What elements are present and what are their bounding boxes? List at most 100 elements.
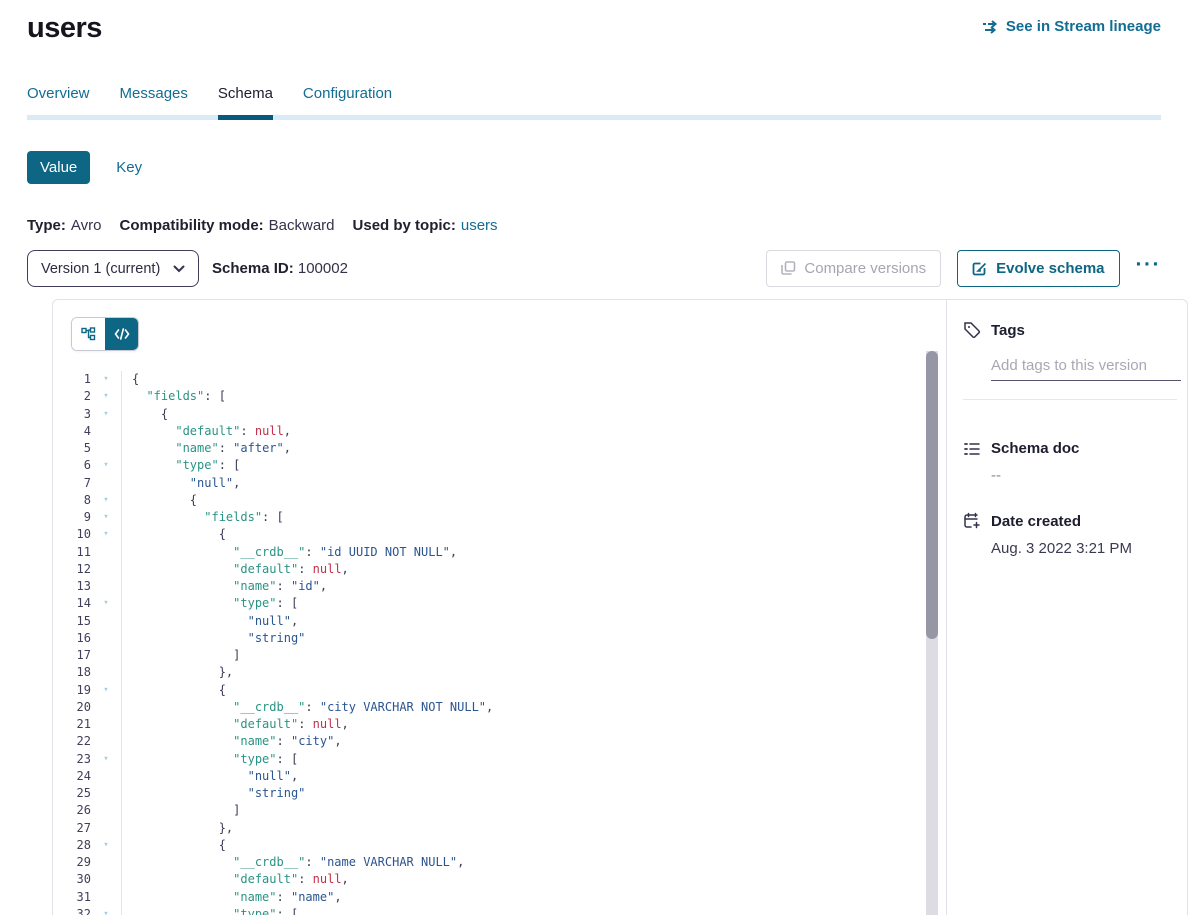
tree-view-button[interactable] xyxy=(72,318,105,350)
type-value: Avro xyxy=(71,217,102,234)
fold-arrow-icon[interactable]: ▾ xyxy=(91,388,122,405)
fold-arrow-icon[interactable]: ▾ xyxy=(91,457,122,474)
version-select-value: Version 1 (current) xyxy=(41,261,160,277)
code-line: 28▾ { xyxy=(53,837,946,854)
schema-details-sidebar: Tags Schema doc -- xyxy=(946,300,1187,915)
date-created-heading-row: Date created xyxy=(963,512,1177,530)
tags-input[interactable] xyxy=(991,355,1181,381)
editor-scrollbar-track[interactable] xyxy=(926,351,938,915)
fold-gutter xyxy=(91,475,122,492)
schema-doc-heading-row: Schema doc xyxy=(963,440,1177,457)
copy-icon xyxy=(781,261,796,276)
schema-id-value: 100002 xyxy=(298,260,348,277)
fold-gutter xyxy=(91,423,122,440)
more-actions-button[interactable]: ··· xyxy=(1136,260,1161,278)
fold-arrow-icon[interactable]: ▾ xyxy=(91,509,122,526)
fold-gutter xyxy=(91,820,122,837)
code-view-icon xyxy=(114,328,130,340)
fold-arrow-icon[interactable]: ▾ xyxy=(91,906,122,915)
tags-heading-row: Tags xyxy=(963,321,1177,339)
evolve-schema-button[interactable]: Evolve schema xyxy=(957,250,1119,287)
code-line: 22 "name": "city", xyxy=(53,733,946,750)
fold-arrow-icon[interactable]: ▾ xyxy=(91,492,122,509)
value-key-toggle: Value Key xyxy=(27,151,1161,184)
editor-scrollbar-thumb[interactable] xyxy=(926,351,938,639)
topic-link[interactable]: users xyxy=(461,217,498,234)
fold-arrow-icon[interactable]: ▾ xyxy=(91,751,122,768)
fold-gutter xyxy=(91,647,122,664)
fold-gutter xyxy=(91,699,122,716)
stream-lineage-icon xyxy=(982,20,999,34)
tree-view-icon xyxy=(81,327,96,341)
fold-arrow-icon[interactable]: ▾ xyxy=(91,595,122,612)
code-line: 8▾ { xyxy=(53,492,946,509)
compat-label: Compatibility mode: xyxy=(119,217,263,234)
version-select[interactable]: Version 1 (current) xyxy=(27,250,199,287)
code-line: 19▾ { xyxy=(53,682,946,699)
stream-lineage-link[interactable]: See in Stream lineage xyxy=(982,18,1161,35)
fold-arrow-icon[interactable]: ▾ xyxy=(91,526,122,543)
tab-schema[interactable]: Schema xyxy=(218,85,273,115)
code-line: 11 "__crdb__": "id UUID NOT NULL", xyxy=(53,544,946,561)
date-created-value: Aug. 3 2022 3:21 PM xyxy=(991,540,1177,557)
fold-gutter xyxy=(91,854,122,871)
page-title: users xyxy=(27,12,102,45)
version-bar: Version 1 (current) Schema ID: 100002 xyxy=(27,250,1161,287)
evolve-schema-label: Evolve schema xyxy=(996,260,1104,277)
fold-arrow-icon[interactable]: ▾ xyxy=(91,406,122,423)
code-lines[interactable]: 1▾{2▾ "fields": [3▾ {4 "default": null,5… xyxy=(53,371,946,915)
tab-configuration[interactable]: Configuration xyxy=(303,85,392,115)
view-toggle xyxy=(71,317,139,351)
code-line: 5 "name": "after", xyxy=(53,440,946,457)
code-line: 10▾ { xyxy=(53,526,946,543)
fold-gutter xyxy=(91,440,122,457)
code-line: 2▾ "fields": [ xyxy=(53,388,946,405)
code-line: 3▾ { xyxy=(53,406,946,423)
code-line: 13 "name": "id", xyxy=(53,578,946,595)
schema-card: 1▾{2▾ "fields": [3▾ {4 "default": null,5… xyxy=(52,299,1188,915)
tab-overview[interactable]: Overview xyxy=(27,85,90,115)
fold-gutter xyxy=(91,785,122,802)
schema-doc-heading: Schema doc xyxy=(991,440,1079,457)
code-line: 15 "null", xyxy=(53,613,946,630)
fold-arrow-icon[interactable]: ▾ xyxy=(91,837,122,854)
fold-gutter xyxy=(91,664,122,681)
code-line: 14▾ "type": [ xyxy=(53,595,946,612)
fold-gutter xyxy=(91,871,122,888)
schema-editor: 1▾{2▾ "fields": [3▾ {4 "default": null,5… xyxy=(53,300,946,915)
tag-icon xyxy=(963,321,981,339)
sidebar-divider xyxy=(963,399,1177,400)
code-line: 30 "default": null, xyxy=(53,871,946,888)
topic-tabs: Overview Messages Schema Configuration xyxy=(27,85,1161,120)
compare-versions-button[interactable]: Compare versions xyxy=(766,250,941,287)
code-line: 31 "name": "name", xyxy=(53,889,946,906)
code-line: 27 }, xyxy=(53,820,946,837)
fold-arrow-icon[interactable]: ▾ xyxy=(91,682,122,699)
type-label: Type: xyxy=(27,217,66,234)
fold-gutter xyxy=(91,613,122,630)
fold-gutter xyxy=(91,733,122,750)
code-line: 26 ] xyxy=(53,802,946,819)
code-line: 21 "default": null, xyxy=(53,716,946,733)
compare-versions-label: Compare versions xyxy=(804,260,926,277)
list-icon xyxy=(963,441,981,457)
schema-meta-row: Type: Avro Compatibility mode: Backward … xyxy=(27,217,1161,234)
schema-id-label: Schema ID: xyxy=(212,260,294,277)
value-toggle-button[interactable]: Value xyxy=(27,151,90,184)
topic-label: Used by topic: xyxy=(353,217,456,234)
schema-id: Schema ID: 100002 xyxy=(212,260,348,277)
fold-gutter xyxy=(91,768,122,785)
code-line: 32▾ "type": [ xyxy=(53,906,946,915)
code-line: 1▾{ xyxy=(53,371,946,388)
code-line: 4 "default": null, xyxy=(53,423,946,440)
fold-arrow-icon[interactable]: ▾ xyxy=(91,371,122,388)
stream-lineage-label: See in Stream lineage xyxy=(1006,18,1161,35)
key-toggle-link[interactable]: Key xyxy=(116,159,142,176)
date-created-heading: Date created xyxy=(991,513,1081,530)
fold-gutter xyxy=(91,802,122,819)
edit-icon xyxy=(972,261,988,277)
fold-gutter xyxy=(91,544,122,561)
code-view-button[interactable] xyxy=(105,318,138,350)
tab-messages[interactable]: Messages xyxy=(120,85,188,115)
compat-value: Backward xyxy=(269,217,335,234)
